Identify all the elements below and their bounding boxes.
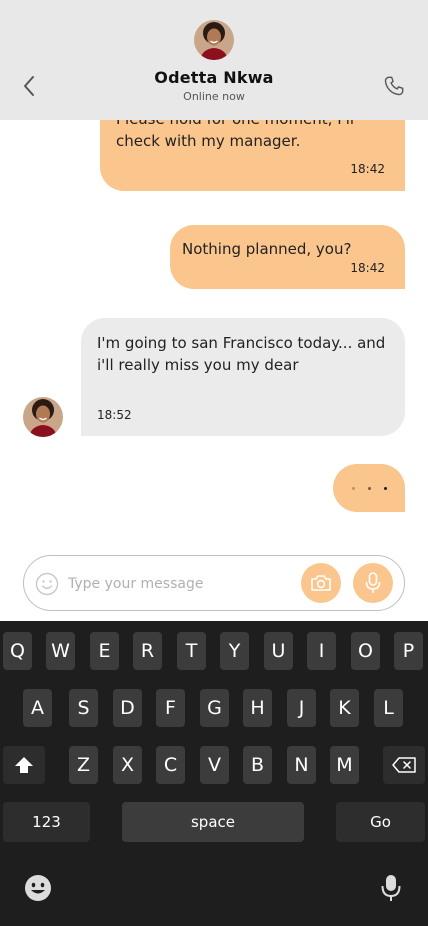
key-e[interactable]: E: [90, 632, 119, 670]
chat-screen: Please hold for one moment, I'll check w…: [0, 0, 428, 926]
typing-indicator: [333, 464, 405, 512]
emoji-button[interactable]: [35, 572, 59, 596]
key-m[interactable]: M: [330, 746, 359, 784]
key-k[interactable]: K: [330, 689, 359, 727]
message-time: 18:42: [350, 261, 385, 275]
key-q[interactable]: Q: [3, 632, 32, 670]
sender-avatar[interactable]: [23, 397, 63, 437]
key-w[interactable]: W: [46, 632, 75, 670]
key-h[interactable]: H: [243, 689, 272, 727]
key-l[interactable]: L: [374, 689, 403, 727]
emoji-icon: [35, 572, 59, 596]
key-c[interactable]: C: [156, 746, 185, 784]
message-composer: [23, 555, 405, 611]
key-x[interactable]: X: [113, 746, 142, 784]
call-button[interactable]: [380, 72, 408, 100]
key-y[interactable]: Y: [220, 632, 249, 670]
message-input[interactable]: [68, 572, 288, 596]
incoming-message: I'm going to san Francisco today... and …: [81, 318, 405, 436]
space-key[interactable]: space: [122, 802, 304, 842]
message-time: 18:42: [350, 162, 385, 176]
key-t[interactable]: T: [177, 632, 206, 670]
message-text: I'm going to san Francisco today... and …: [97, 334, 386, 374]
key-n[interactable]: N: [287, 746, 316, 784]
go-key[interactable]: Go: [336, 802, 425, 842]
key-r[interactable]: R: [133, 632, 162, 670]
on-screen-keyboard: Q W E R T Y U I O P A S D F G H J K L Z …: [0, 621, 428, 926]
microphone-icon: [365, 572, 381, 593]
backspace-key[interactable]: [383, 746, 425, 784]
contact-status: Online now: [183, 90, 245, 103]
key-i[interactable]: I: [307, 632, 336, 670]
contact-name: Odetta Nkwa: [154, 68, 274, 87]
key-v[interactable]: V: [200, 746, 229, 784]
camera-icon: [311, 575, 331, 591]
chat-header: Odetta Nkwa Online now: [0, 0, 428, 120]
shift-icon: [15, 757, 33, 773]
smiley-icon: [25, 875, 51, 901]
backspace-icon: [392, 757, 416, 773]
key-s[interactable]: S: [69, 689, 98, 727]
key-g[interactable]: G: [200, 689, 229, 727]
key-d[interactable]: D: [113, 689, 142, 727]
dictation-button[interactable]: [380, 873, 402, 903]
phone-icon: [384, 76, 404, 96]
key-z[interactable]: Z: [69, 746, 98, 784]
outgoing-message: Nothing planned, you? 18:42: [170, 225, 405, 289]
key-p[interactable]: P: [394, 632, 423, 670]
shift-key[interactable]: [3, 746, 45, 784]
key-b[interactable]: B: [243, 746, 272, 784]
message-text: Nothing planned, you?: [182, 240, 352, 258]
voice-message-button[interactable]: [353, 563, 393, 603]
key-f[interactable]: F: [156, 689, 185, 727]
contact-avatar[interactable]: [194, 20, 234, 60]
key-j[interactable]: J: [287, 689, 316, 727]
message-time: 18:52: [97, 408, 132, 422]
camera-button[interactable]: [301, 563, 341, 603]
numbers-key[interactable]: 123: [3, 802, 90, 842]
key-a[interactable]: A: [23, 689, 52, 727]
key-o[interactable]: O: [351, 632, 380, 670]
key-u[interactable]: U: [264, 632, 293, 670]
dictation-icon: [381, 875, 401, 901]
emoji-keyboard-button[interactable]: [24, 874, 52, 902]
